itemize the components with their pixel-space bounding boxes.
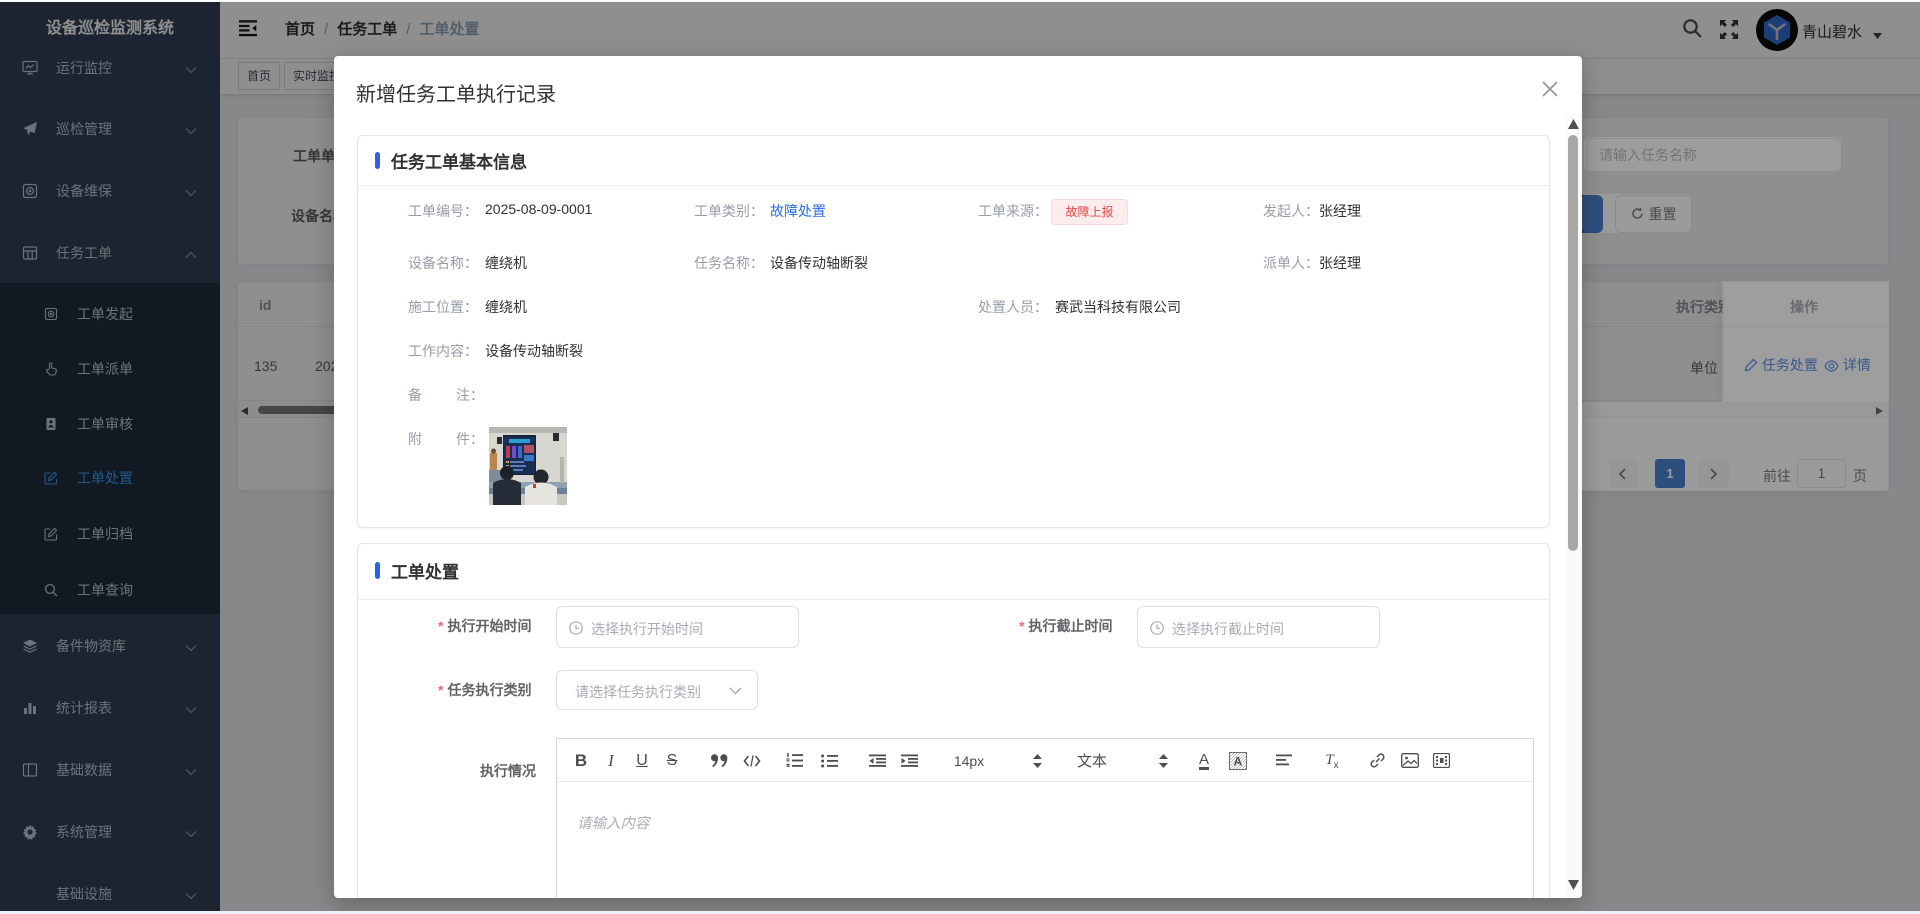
svg-text:A: A — [1234, 754, 1243, 768]
